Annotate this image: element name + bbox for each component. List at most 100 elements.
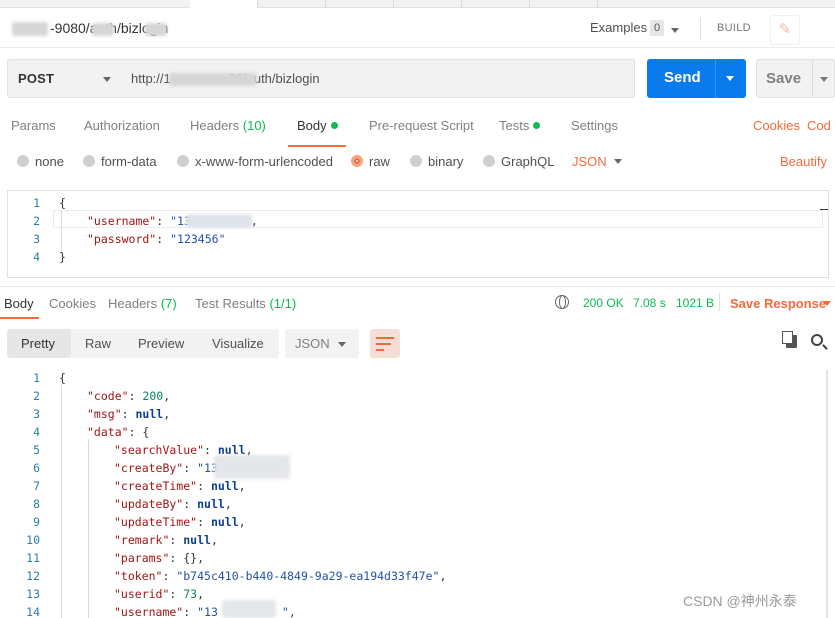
headers-count: (10) [242,118,266,133]
tab[interactable] [462,0,530,8]
chevron-down-icon[interactable] [823,301,831,306]
tab-tests[interactable]: Tests [499,118,541,133]
status-code[interactable]: 200 OK [583,296,624,310]
redacted-mask [92,23,114,36]
divider [719,293,720,311]
body-format-select[interactable]: JSON [572,154,607,169]
chevron-down-icon[interactable] [614,159,622,164]
save-button[interactable]: Save [756,59,835,98]
line-number: 8 [33,497,40,511]
view-visualize[interactable]: Visualize [212,336,264,351]
wrap-lines-button[interactable] [370,329,400,358]
response-headers-count: (7) [160,296,177,311]
radio-form-data-label: form-data [101,154,157,169]
radio-none[interactable]: none [17,154,64,169]
radio-urlencoded-label: x-www-form-urlencoded [195,154,333,169]
tab-body[interactable]: Body [297,118,338,133]
response-tab-test-results[interactable]: Test Results (1/1) [195,296,296,311]
radio-icon [177,155,189,167]
radio-icon [17,155,29,167]
response-time[interactable]: 7.08 s [633,296,666,310]
method-select[interactable]: POST [7,59,122,98]
radio-binary[interactable]: binary [410,154,463,169]
cookies-link[interactable]: Cookies [753,118,800,133]
redacted-mask [12,22,48,36]
divider [812,60,813,97]
json-string: "123456" [170,232,226,246]
line-number: 1 [33,371,40,385]
active-tab-indicator [288,145,346,147]
line-number: 7 [33,479,40,493]
response-size[interactable]: 1021 B [676,296,714,310]
json-key: "createTime" [114,479,198,493]
chevron-down-icon[interactable] [671,28,679,33]
radio-raw[interactable]: raw [351,154,390,169]
pencil-icon[interactable]: ✎ [770,15,800,45]
code-line: "updateBy": null, [114,497,232,511]
line-number: 13 [26,587,40,601]
tab-authorization[interactable]: Authorization [84,118,160,133]
radio-urlencoded[interactable]: x-www-form-urlencoded [177,154,333,169]
view-preview[interactable]: Preview [138,336,184,351]
indent-guide [88,439,89,618]
globe-icon[interactable] [555,295,569,309]
tab-params[interactable]: Params [11,118,56,133]
tab[interactable] [530,0,598,8]
wrap-icon [376,337,394,339]
response-tab-headers[interactable]: Headers (7) [108,296,177,311]
json-null: null [210,479,239,493]
tab-headers[interactable]: Headers (10) [190,118,266,133]
json-key: "token" [114,569,163,583]
response-format-select[interactable]: JSON [285,329,359,358]
test-results-count: (1/1) [269,296,297,311]
tab-active[interactable] [190,0,258,8]
search-icon[interactable] [811,334,823,346]
line-number: 14 [26,605,40,618]
line-number: 11 [26,551,40,565]
beautify-link[interactable]: Beautify [780,154,827,169]
response-tab-body[interactable]: Body [4,296,34,311]
method-label: POST [18,71,55,86]
code-link[interactable]: Cod [807,118,831,133]
json-key: "createBy" [114,461,184,475]
line-number: 2 [33,389,40,403]
tab-pre-request-script[interactable]: Pre-request Script [369,118,474,133]
json-key: "password" [87,232,157,246]
response-scrollbar[interactable] [826,370,828,618]
json-key: "userid" [114,587,170,601]
editor-cursor-mark [820,209,828,210]
radio-form-data[interactable]: form-data [83,154,157,169]
radio-icon [83,155,95,167]
radio-none-label: none [35,154,64,169]
redacted-mask [222,600,276,618]
chevron-down-icon[interactable] [820,77,828,82]
view-raw[interactable]: Raw [85,336,111,351]
build-button[interactable]: BUILD [717,22,751,34]
test-results-label: Test Results [195,296,266,311]
save-response-button[interactable]: Save Response [730,296,826,311]
json-key: "username" [87,214,157,228]
redacted-mask [186,214,252,228]
send-button[interactable]: Send [647,59,746,98]
tab-settings[interactable]: Settings [571,118,618,133]
json-string: "13 [197,605,218,618]
line-number: 3 [33,407,40,421]
copy-icon[interactable] [782,331,797,348]
radio-binary-label: binary [428,154,464,169]
redacted-mask [145,23,167,36]
examples-label[interactable]: Examples [590,20,647,35]
chevron-down-icon[interactable] [726,76,734,81]
indent-guide [61,385,62,618]
radio-graphql[interactable]: GraphQL [483,154,554,169]
json-key: "updateBy" [114,497,184,511]
url-input[interactable]: http://1 80/auth/bizlogin [121,59,635,98]
code-line: "updateTime": null, [114,515,246,529]
tab[interactable] [326,0,394,8]
line-number: 5 [33,443,40,457]
tab[interactable] [394,0,462,8]
view-pretty[interactable]: Pretty [21,336,55,351]
tab[interactable] [258,0,326,8]
code-brace: } [59,250,66,264]
response-tab-cookies[interactable]: Cookies [49,296,96,311]
json-number: 73 [183,587,198,601]
